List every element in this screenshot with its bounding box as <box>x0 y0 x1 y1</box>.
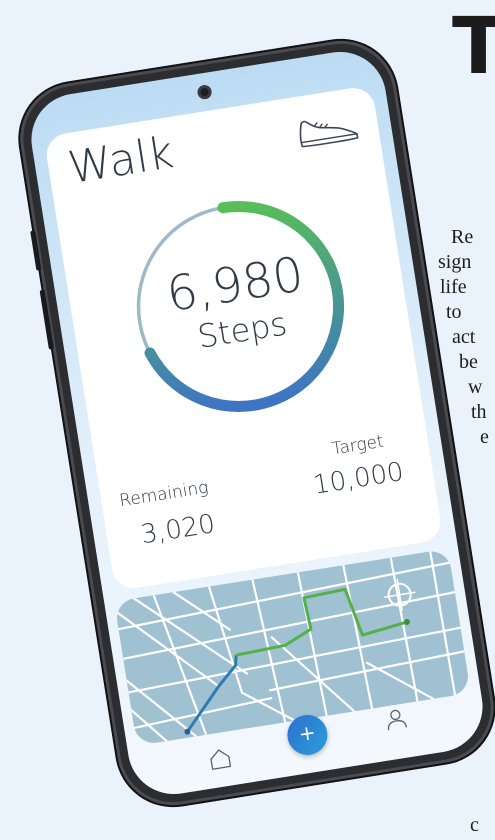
add-button[interactable]: + <box>284 712 331 758</box>
article-line: e <box>480 426 489 448</box>
home-icon[interactable] <box>206 745 233 772</box>
remaining-value: 3,020 <box>138 509 218 551</box>
plus-icon: + <box>296 719 318 747</box>
article-line: life <box>440 276 467 298</box>
remaining-label: Remaining <box>118 477 210 512</box>
article-line: Re <box>451 226 474 248</box>
target-label: Target <box>330 431 386 460</box>
article-line: c <box>470 814 479 836</box>
target-value: 10,000 <box>311 456 406 501</box>
article-line: th <box>471 401 487 423</box>
article-line: be <box>459 351 478 373</box>
activity-card: Walk 6,980 Steps Remaining 3,020 Target … <box>43 84 444 592</box>
shoe-icon <box>299 120 359 148</box>
route-end-marker <box>403 618 410 625</box>
article-line: to <box>446 301 462 323</box>
route-line-blue <box>186 655 238 733</box>
person-icon[interactable] <box>382 705 409 732</box>
camera-icon <box>196 84 213 101</box>
page-title: Walk <box>64 127 177 194</box>
article-line: act <box>452 326 476 348</box>
article-line: w <box>468 376 483 398</box>
article-line: sign <box>438 251 472 273</box>
